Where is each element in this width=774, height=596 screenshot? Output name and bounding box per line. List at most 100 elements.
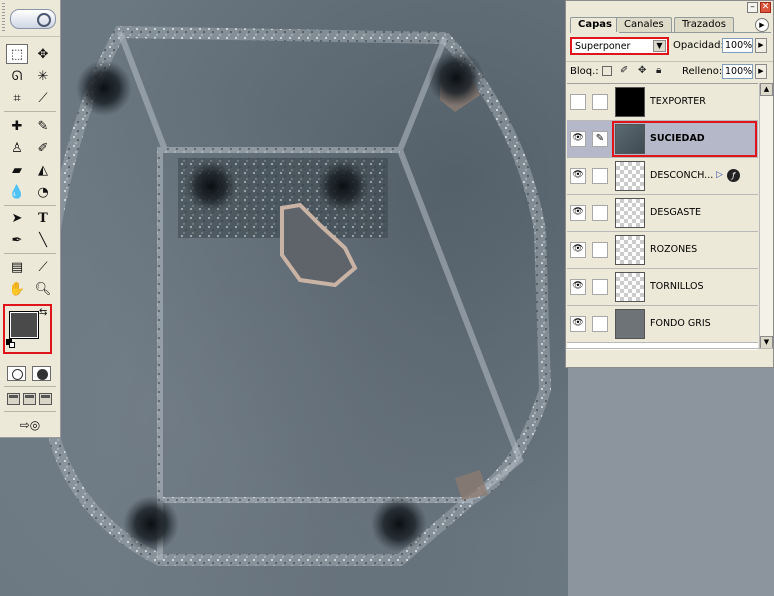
healing-icon[interactable]: ✚ — [6, 116, 28, 136]
layer-row-suciedad[interactable]: 👁 ✎ SUCIEDAD — [567, 121, 758, 158]
layer-thumbnail — [615, 309, 645, 339]
palette-titlebar[interactable]: – ✕ — [566, 1, 773, 15]
marquee-icon[interactable]: ⬚ — [6, 44, 28, 64]
palette-menu-button[interactable]: ▶ — [755, 18, 769, 32]
link-toggle[interactable] — [592, 94, 608, 110]
bucket-icon[interactable]: ◭ — [32, 160, 54, 180]
blend-mode-select[interactable]: Superponer ▼ — [570, 37, 669, 55]
close-button[interactable]: ✕ — [760, 2, 771, 13]
layer-list-scrollbar[interactable]: ▲ ▼ — [759, 83, 773, 349]
chevron-down-icon[interactable]: ▼ — [653, 40, 666, 52]
opacity-label: Opacidad: — [673, 40, 724, 51]
lock-paint-icon[interactable]: ✐ — [620, 66, 630, 76]
layer-row-desconch[interactable]: 👁 DESCONCH... ▷ ƒ — [567, 158, 758, 195]
layer-name: DESGASTE — [650, 207, 702, 218]
full-screen-button[interactable] — [39, 393, 52, 405]
default-colors-icon[interactable] — [6, 339, 15, 348]
lock-position-icon[interactable]: ✥ — [638, 66, 648, 76]
expand-effects-icon[interactable]: ▷ — [716, 170, 723, 180]
link-toggle[interactable] — [592, 205, 608, 221]
screw-hole-3 — [185, 160, 237, 212]
layer-thumbnail — [615, 124, 645, 154]
eyedropper-icon[interactable]: ⟋ — [32, 257, 54, 277]
layer-effects-icon[interactable]: ƒ — [727, 169, 740, 182]
slice-icon[interactable]: ⟋ — [32, 88, 54, 108]
brush-icon[interactable]: ✎ — [32, 116, 54, 136]
blur-icon[interactable]: 💧 — [6, 182, 28, 202]
link-toggle[interactable] — [592, 168, 608, 184]
tab-canales[interactable]: Canales — [616, 17, 672, 32]
minimize-button[interactable]: – — [747, 2, 758, 13]
link-toggle[interactable] — [592, 242, 608, 258]
layers-palette: – ✕ Capas Canales Trazados ▶ Superponer … — [565, 0, 774, 368]
tab-trazados[interactable]: Trazados — [674, 17, 734, 32]
layer-thumbnail — [615, 198, 645, 228]
eye-icon[interactable]: 👁 — [570, 131, 586, 147]
jump-to-imageready-icon[interactable]: ⇨◎ — [8, 415, 52, 435]
layer-row-desgaste[interactable]: 👁 DESGASTE — [567, 195, 758, 232]
layer-thumbnail — [615, 272, 645, 302]
tab-capas[interactable]: Capas — [570, 17, 620, 33]
opacity-slider-button[interactable]: ▶ — [755, 38, 767, 53]
eraser-icon[interactable]: ▰ — [6, 160, 28, 180]
link-toggle[interactable] — [592, 279, 608, 295]
screw-hole-5 — [123, 496, 179, 552]
eye-icon[interactable]: 👁 — [570, 242, 586, 258]
grip-handle[interactable] — [2, 3, 5, 33]
type-icon[interactable]: T — [32, 208, 54, 228]
fill-field[interactable]: 100% — [722, 64, 753, 79]
layer-thumbnail — [615, 87, 645, 117]
pen-icon[interactable]: ✒ — [6, 230, 28, 250]
link-toggle[interactable] — [592, 316, 608, 332]
layer-name: TEXPORTER — [650, 96, 706, 107]
blend-mode-value: Superponer — [575, 41, 631, 52]
path-select-icon[interactable]: ➤ — [6, 208, 28, 228]
layer-name: ROZONES — [650, 244, 698, 255]
line-icon[interactable]: ╲ — [32, 230, 54, 250]
eye-icon[interactable]: 👁 — [570, 168, 586, 184]
quick-mask-mode-button[interactable] — [32, 366, 51, 381]
layer-row-rozones[interactable]: 👁 ROZONES — [567, 232, 758, 269]
photoshop-logo-button[interactable] — [10, 9, 56, 29]
toolbox: ⬚ ✥ ᘏ ✳ ⌗ ⟋ ✚ ✎ ♙ ✐ ▰ ◭ 💧 ◔ ➤ T ✒ ╲ ▤ ⟋ … — [0, 0, 61, 438]
move-icon[interactable]: ✥ — [32, 44, 54, 64]
history-brush-icon[interactable]: ✐ — [32, 138, 54, 158]
eye-icon[interactable]: 👁 — [570, 205, 586, 221]
eye-icon[interactable]: 👁 — [570, 316, 586, 332]
swap-colors-icon[interactable]: ⇆ — [39, 307, 47, 318]
screw-hole-2 — [428, 50, 484, 106]
standard-screen-button[interactable] — [7, 393, 20, 405]
layer-name: SUCIEDAD — [650, 133, 705, 144]
fill-slider-button[interactable]: ▶ — [755, 64, 767, 79]
layer-name: TORNILLOS — [650, 281, 704, 292]
zoom-icon[interactable]: 🔍︎ — [32, 279, 54, 299]
notes-icon[interactable]: ▤ — [6, 257, 28, 277]
hand-icon[interactable]: ✋ — [6, 279, 28, 299]
foreground-color-swatch[interactable] — [9, 311, 39, 339]
layer-row-tornillos[interactable]: 👁 TORNILLOS — [567, 269, 758, 306]
layer-row-texporter[interactable]: TEXPORTER — [567, 84, 758, 121]
layer-list: TEXPORTER 👁 ✎ SUCIEDAD 👁 DESCONCH... ▷ ƒ… — [567, 83, 758, 350]
eye-icon[interactable]: 👁 — [570, 279, 586, 295]
dodge-icon[interactable]: ◔ — [32, 182, 54, 202]
brush-icon[interactable]: ✎ — [592, 131, 608, 147]
standard-mode-button[interactable] — [7, 366, 26, 381]
document-canvas[interactable] — [0, 0, 568, 596]
blend-row: Superponer ▼ Opacidad: 100% ▶ — [566, 36, 773, 58]
scroll-up-button[interactable]: ▲ — [760, 83, 773, 96]
layer-row-fondo-gris[interactable]: 👁 FONDO GRIS — [567, 306, 758, 343]
fill-label: Relleno: — [682, 66, 723, 77]
magic-wand-icon[interactable]: ✳ — [32, 66, 54, 86]
stamp-icon[interactable]: ♙ — [6, 138, 28, 158]
lasso-icon[interactable]: ᘏ — [6, 66, 28, 86]
lock-transparency-icon[interactable] — [602, 66, 612, 76]
visibility-toggle[interactable] — [570, 94, 586, 110]
opacity-field[interactable]: 100% — [722, 38, 753, 53]
screw-hole-4 — [317, 160, 369, 212]
lock-row: Bloq.: ✐ ✥ 🔒︎ Relleno: 100% ▶ — [566, 61, 773, 80]
toolbox-header[interactable] — [0, 0, 60, 37]
lock-all-icon[interactable]: 🔒︎ — [656, 66, 666, 76]
full-screen-menu-button[interactable] — [23, 393, 36, 405]
crop-icon[interactable]: ⌗ — [6, 88, 28, 108]
layer-thumbnail — [615, 235, 645, 265]
